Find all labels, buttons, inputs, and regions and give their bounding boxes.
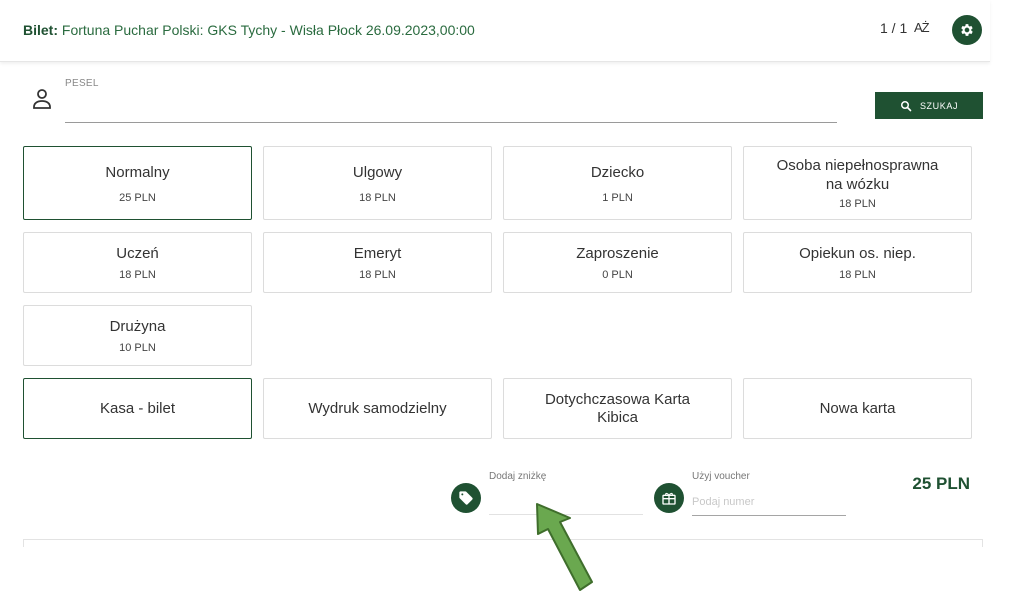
ticket-type-price: 10 PLN (119, 342, 156, 354)
delivery-option-nowa-karta[interactable]: Nowa karta (743, 378, 972, 439)
search-button-label: SZUKAJ (919, 100, 959, 111)
ticket-type-price: 18 PLN (359, 269, 396, 281)
voucher-input[interactable] (692, 488, 846, 516)
delivery-option-name: Wydruk samodzielny (308, 399, 447, 417)
gift-icon (662, 492, 676, 505)
delivery-option-name: Kasa - bilet (99, 399, 176, 417)
delivery-option-name: Nowa karta (819, 399, 896, 417)
pesel-label: PESEL (65, 78, 99, 89)
bottom-panel (23, 539, 983, 547)
ticket-type-name: Drużyna (109, 318, 166, 335)
ticket-type-name: Emeryt (353, 245, 402, 262)
ticket-type-price: 0 PLN (602, 269, 633, 281)
ticket-type-uczen[interactable]: Uczeń 18 PLN (23, 232, 252, 293)
ticket-header: Bilet: Fortuna Puchar Polski: GKS Tychy … (0, 0, 990, 62)
ticket-type-emeryt[interactable]: Emeryt 18 PLN (263, 232, 492, 293)
ticket-type-osoba-niepelnosprawna[interactable]: Osoba niepełnosprawna na wózku 18 PLN (743, 146, 972, 220)
ticket-type-druzyna[interactable]: Drużyna 10 PLN (23, 305, 252, 366)
search-icon (900, 100, 912, 111)
discount-icon-badge (451, 483, 481, 513)
ticket-count: 1 / 1 (880, 20, 908, 36)
annotation-arrow-icon (536, 503, 593, 591)
ticket-type-ulgowy[interactable]: Ulgowy 18 PLN (263, 146, 492, 220)
ticket-type-price: 1 PLN (602, 191, 633, 204)
delivery-option-kasa-bilet[interactable]: Kasa - bilet (23, 378, 252, 439)
ticket-type-normalny[interactable]: Normalny 25 PLN (23, 146, 252, 220)
voucher-icon-badge (654, 483, 684, 513)
ticket-type-price: 18 PLN (359, 191, 396, 204)
sort-az-icon[interactable]: AŻ (914, 20, 930, 35)
ticket-title-prefix: Bilet: (23, 22, 58, 38)
tag-icon (459, 491, 473, 505)
discount-label: Dodaj zniżkę (489, 471, 547, 482)
ticket-type-name: Osoba niepełnosprawna na wózku (776, 157, 939, 193)
ticket-type-name: Uczeń (116, 245, 159, 262)
ticket-type-price: 18 PLN (839, 269, 876, 281)
ticket-type-name: Dziecko (590, 163, 645, 181)
ticket-type-price: 25 PLN (119, 191, 156, 204)
search-button[interactable]: SZUKAJ (875, 92, 983, 119)
ticket-type-price: 18 PLN (119, 269, 156, 281)
settings-button[interactable] (952, 15, 982, 45)
ticket-type-price: 18 PLN (839, 198, 876, 210)
voucher-label: Użyj voucher (692, 471, 750, 482)
person-icon (33, 89, 51, 109)
gear-icon (961, 24, 973, 36)
ticket-type-name: Opiekun os. niep. (799, 245, 916, 262)
delivery-option-wydruk[interactable]: Wydruk samodzielny (263, 378, 492, 439)
pesel-input[interactable] (65, 95, 837, 123)
total-price: 25 PLN (912, 474, 970, 493)
ticket-type-name: Normalny (105, 163, 170, 181)
ticket-type-dziecko[interactable]: Dziecko 1 PLN (503, 146, 732, 220)
ticket-type-opiekun[interactable]: Opiekun os. niep. 18 PLN (743, 232, 972, 293)
ticket-type-name: Ulgowy (352, 163, 403, 181)
delivery-option-karta-kibica[interactable]: Dotychczasowa Karta Kibica (503, 378, 732, 439)
ticket-type-zaproszenie[interactable]: Zaproszenie 0 PLN (503, 232, 732, 293)
ticket-event-name: Fortuna Puchar Polski: GKS Tychy - Wisła… (61, 22, 475, 38)
ticket-type-name: Zaproszenie (576, 245, 659, 262)
ticket-title: Bilet: Fortuna Puchar Polski: GKS Tychy … (23, 22, 475, 38)
delivery-option-name: Dotychczasowa Karta Kibica (544, 390, 691, 426)
